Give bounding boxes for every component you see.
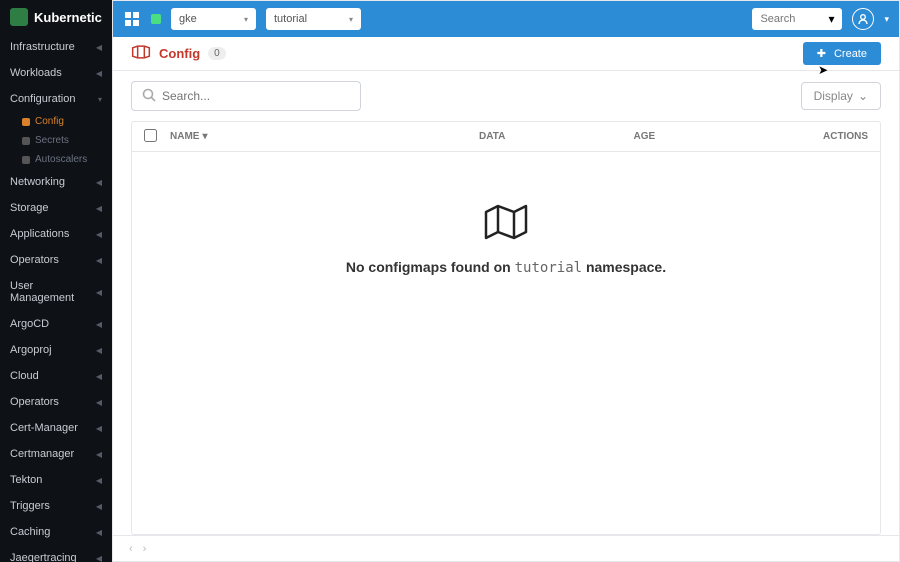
caret-left-icon: ◀	[96, 346, 102, 355]
sidebar-item-jaegertracing[interactable]: Jaegertracing◀	[0, 545, 112, 562]
configmap-icon	[131, 44, 151, 63]
page-title: Config	[159, 46, 200, 61]
page-header: Config 0 ✚ Create	[113, 37, 899, 71]
sidebar-item-workloads[interactable]: Workloads ◀	[0, 60, 112, 86]
caret-left-icon: ◀	[96, 450, 102, 459]
sidebar-item-tekton[interactable]: Tekton◀	[0, 467, 112, 493]
table-header: NAME ▾ DATA AGE ACTIONS	[132, 122, 880, 152]
sidebar-item-certmanager[interactable]: Cert-Manager◀	[0, 415, 112, 441]
empty-state: No configmaps found on tutorial namespac…	[132, 152, 880, 534]
sidebar-item-usermanagement[interactable]: User Management◀	[0, 273, 112, 311]
column-data[interactable]: DATA	[479, 131, 634, 142]
status-dot-icon	[151, 14, 161, 24]
sidebar-item-operators[interactable]: Operators◀	[0, 247, 112, 273]
sidebar-item-cloud[interactable]: Cloud◀	[0, 363, 112, 389]
cluster-select[interactable]: gke ▾	[171, 8, 256, 30]
sort-icon: ▾	[202, 131, 207, 142]
plus-icon: ✚	[817, 47, 826, 60]
chevron-down-icon: ▾	[244, 15, 248, 24]
sidebar-item-argocd[interactable]: ArgoCD◀	[0, 311, 112, 337]
caret-left-icon: ◀	[96, 320, 102, 329]
main-panel: gke ▾ tutorial ▾ ▾ ▾ Config	[112, 0, 900, 562]
config-icon	[22, 118, 30, 126]
caret-left-icon: ◀	[96, 554, 102, 562]
next-page-icon[interactable]: ›	[143, 543, 147, 555]
prev-page-icon[interactable]: ‹	[129, 543, 133, 555]
table: NAME ▾ DATA AGE ACTIONS No configmaps fo…	[131, 121, 881, 535]
sidebar-item-applications[interactable]: Applications◀	[0, 221, 112, 247]
pager: ‹ ›	[113, 535, 899, 561]
sidebar-subitem-secrets[interactable]: Secrets	[0, 131, 112, 150]
sidebar-item-configuration[interactable]: Configuration ▾	[0, 86, 112, 112]
display-button[interactable]: Display ⌄	[801, 82, 881, 110]
chevron-down-icon: ▾	[828, 12, 834, 26]
autoscaler-icon	[22, 156, 30, 164]
global-search-input[interactable]	[760, 13, 820, 25]
sidebar-item-certmanager2[interactable]: Certmanager◀	[0, 441, 112, 467]
user-avatar-icon[interactable]	[852, 8, 874, 30]
search-field[interactable]	[131, 81, 361, 111]
sidebar-item-networking[interactable]: Networking◀	[0, 169, 112, 195]
topbar: gke ▾ tutorial ▾ ▾ ▾	[113, 1, 899, 37]
caret-left-icon: ◀	[96, 372, 102, 381]
sidebar-item-operators2[interactable]: Operators◀	[0, 389, 112, 415]
create-button[interactable]: ✚ Create	[803, 42, 881, 65]
sidebar: Kubernetic Infrastructure ◀ Workloads ◀ …	[0, 0, 112, 562]
chevron-down-icon: ⌄	[858, 89, 868, 103]
caret-left-icon: ◀	[96, 43, 102, 52]
empty-map-icon	[482, 202, 530, 245]
sidebar-item-argoproj[interactable]: Argoproj◀	[0, 337, 112, 363]
caret-left-icon: ◀	[96, 424, 102, 433]
caret-left-icon: ◀	[96, 288, 102, 297]
caret-left-icon: ◀	[96, 528, 102, 537]
brand-text: Kubernetic	[34, 10, 102, 25]
caret-left-icon: ◀	[96, 204, 102, 213]
empty-message: No configmaps found on tutorial namespac…	[346, 259, 666, 276]
count-badge: 0	[208, 47, 226, 60]
caret-left-icon: ◀	[96, 69, 102, 78]
sidebar-item-infrastructure[interactable]: Infrastructure ◀	[0, 34, 112, 60]
caret-left-icon: ◀	[96, 502, 102, 511]
sidebar-subitem-config[interactable]: Config	[0, 112, 112, 131]
select-all-checkbox[interactable]	[144, 129, 157, 142]
chevron-down-icon: ▾	[349, 15, 353, 24]
user-menu-caret-icon[interactable]: ▾	[884, 14, 889, 25]
column-name[interactable]: NAME ▾	[170, 131, 479, 142]
caret-left-icon: ◀	[96, 256, 102, 265]
grid-icon[interactable]	[123, 10, 141, 28]
sidebar-item-caching[interactable]: Caching◀	[0, 519, 112, 545]
sidebar-subitem-autoscalers[interactable]: Autoscalers	[0, 150, 112, 169]
search-icon	[142, 88, 156, 105]
column-age[interactable]: AGE	[634, 131, 789, 142]
column-actions: ACTIONS	[788, 131, 868, 142]
secret-icon	[22, 137, 30, 145]
search-input[interactable]	[162, 89, 350, 103]
caret-left-icon: ◀	[96, 178, 102, 187]
caret-left-icon: ◀	[96, 230, 102, 239]
sidebar-item-storage[interactable]: Storage◀	[0, 195, 112, 221]
caret-left-icon: ◀	[96, 398, 102, 407]
global-search[interactable]: ▾	[752, 8, 842, 30]
toolbar: Display ⌄	[113, 71, 899, 121]
namespace-select[interactable]: tutorial ▾	[266, 8, 361, 30]
leaf-icon	[10, 8, 28, 26]
caret-left-icon: ◀	[96, 476, 102, 485]
brand-logo[interactable]: Kubernetic	[0, 0, 112, 34]
sidebar-item-triggers[interactable]: Triggers◀	[0, 493, 112, 519]
caret-down-icon: ▾	[98, 95, 102, 104]
